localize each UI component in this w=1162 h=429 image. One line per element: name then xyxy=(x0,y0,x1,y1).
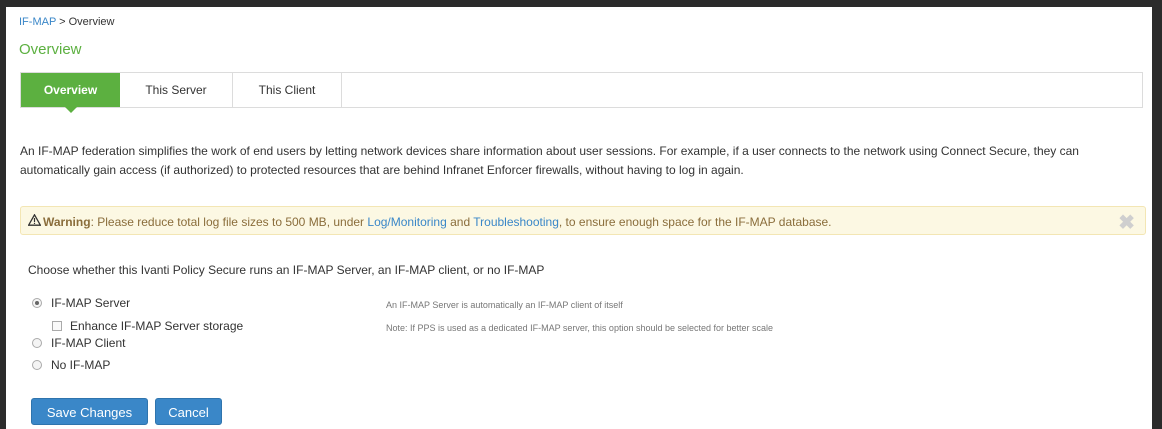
tab-this-server[interactable]: This Server xyxy=(120,73,233,107)
troubleshooting-link[interactable]: Troubleshooting xyxy=(473,215,559,229)
right-dark-edge xyxy=(1152,0,1162,429)
warning-banner: Warning: Please reduce total log file si… xyxy=(20,206,1146,235)
log-monitoring-link[interactable]: Log/Monitoring xyxy=(367,215,446,229)
no-ifmap-label: No IF-MAP xyxy=(51,358,111,372)
page-title: Overview xyxy=(19,41,82,58)
enhance-storage-label: Enhance IF-MAP Server storage xyxy=(70,319,244,333)
warning-triangle-icon xyxy=(27,213,42,229)
ifmap-client-label: IF-MAP Client xyxy=(51,336,126,350)
option-no-ifmap[interactable]: No IF-MAP xyxy=(32,358,110,372)
warning-text-2: and xyxy=(446,215,474,229)
tab-overview[interactable]: Overview xyxy=(21,73,120,113)
breadcrumb: IF-MAP > Overview xyxy=(19,16,114,28)
enhance-storage-note: Note: If PPS is used as a dedicated IF-M… xyxy=(386,323,774,333)
save-changes-button[interactable]: Save Changes xyxy=(31,398,148,425)
ifmap-server-radio[interactable] xyxy=(32,298,42,308)
mode-prompt: Choose whether this Ivanti Policy Secure… xyxy=(28,263,545,277)
top-dark-bar xyxy=(0,0,1162,7)
close-icon[interactable]: ✖ xyxy=(1118,210,1135,235)
option-enhance-storage[interactable]: Enhance IF-MAP Server storage xyxy=(52,319,243,333)
no-ifmap-radio[interactable] xyxy=(32,360,42,370)
ifmap-server-note: An IF-MAP Server is automatically an IF-… xyxy=(386,300,623,310)
option-ifmap-client[interactable]: IF-MAP Client xyxy=(32,336,125,350)
breadcrumb-current: Overview xyxy=(68,16,115,28)
warning-label: Warning xyxy=(43,215,91,229)
option-ifmap-server[interactable]: IF-MAP Server xyxy=(32,296,130,310)
ifmap-client-radio[interactable] xyxy=(32,338,42,348)
main-content: IF-MAP > Overview Overview Overview This… xyxy=(6,7,1152,429)
warning-text-1: : Please reduce total log file sizes to … xyxy=(90,215,368,229)
tab-this-client[interactable]: This Client xyxy=(233,73,342,107)
cancel-button[interactable]: Cancel xyxy=(155,398,222,425)
warning-text-3: , to ensure enough space for the IF-MAP … xyxy=(558,215,832,229)
breadcrumb-separator: > xyxy=(56,16,69,28)
breadcrumb-link-ifmap[interactable]: IF-MAP xyxy=(19,16,56,28)
warning-message: Warning: Please reduce total log file si… xyxy=(27,213,832,229)
tab-bar: Overview This Server This Client xyxy=(20,72,1143,113)
enhance-storage-checkbox[interactable] xyxy=(52,321,62,331)
ifmap-server-label: IF-MAP Server xyxy=(51,296,131,310)
description-text: An IF-MAP federation simplifies the work… xyxy=(20,144,1079,177)
